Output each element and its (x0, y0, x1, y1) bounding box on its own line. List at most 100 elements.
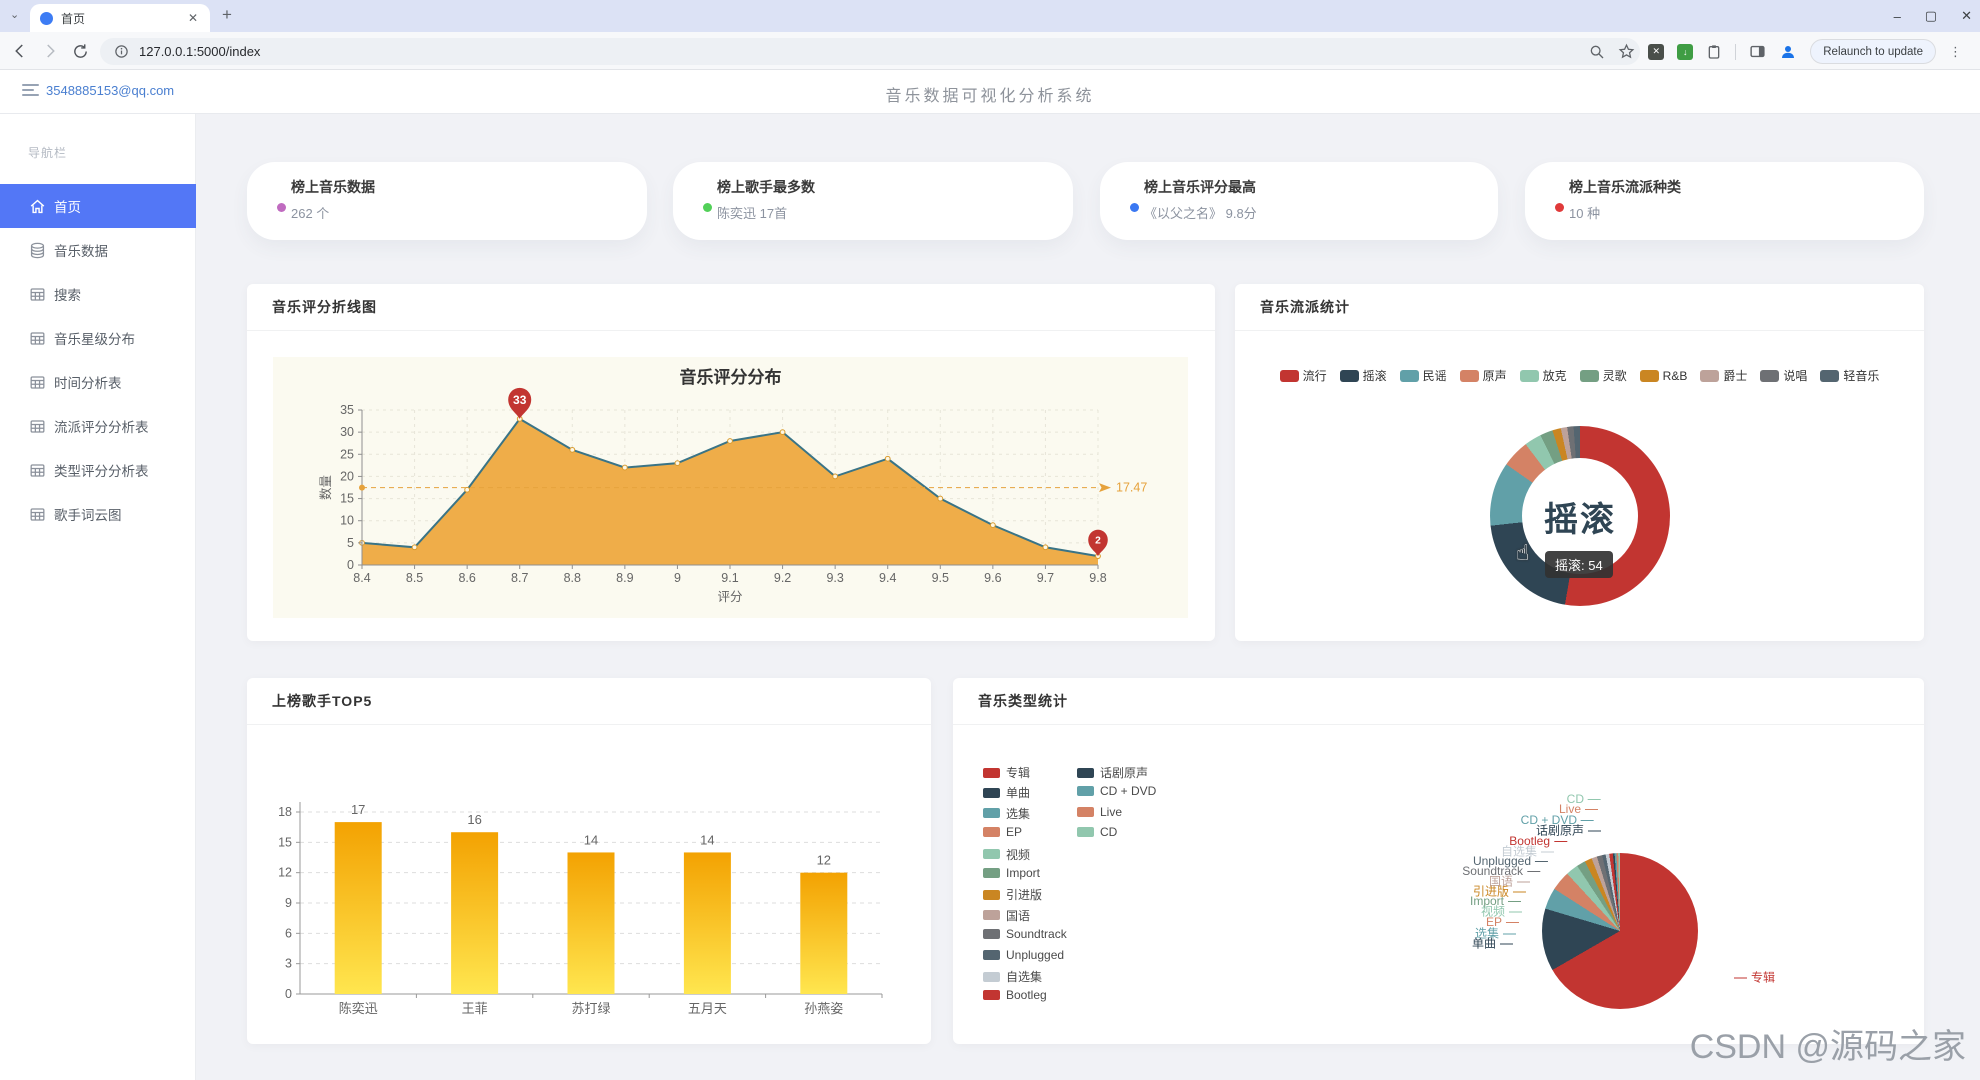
reload-button[interactable] (68, 39, 92, 63)
site-info-icon[interactable] (114, 44, 129, 59)
side-panel-icon[interactable] (1749, 43, 1766, 60)
svg-text:数量: 数量 (318, 475, 333, 500)
type-legend-item[interactable]: 国语 (983, 907, 1030, 924)
app-header: 3548885153@qq.com 音乐数据可视化分析系统 (0, 70, 1980, 114)
sidebar-item-音乐数据[interactable]: 音乐数据 (0, 228, 196, 272)
svg-text:12: 12 (278, 866, 292, 880)
svg-text:评分: 评分 (717, 590, 742, 604)
relaunch-to-update-button[interactable]: Relaunch to update (1810, 39, 1936, 64)
type-legend-item[interactable]: EP (983, 825, 1022, 839)
type-legend-item[interactable]: Bootleg (983, 988, 1047, 1002)
back-button[interactable] (8, 39, 32, 63)
sidebar-item-label: 流派评分分析表 (54, 416, 149, 436)
sidebar-nav: 首页音乐数据搜索音乐星级分布时间分析表流派评分分析表类型评分分析表歌手词云图 (0, 184, 196, 536)
genre-tooltip: 摇滚: 54 (1545, 551, 1613, 578)
legend-swatch (1580, 370, 1599, 382)
svg-text:8.9: 8.9 (616, 571, 633, 585)
type-legend-item[interactable]: 单曲 (983, 784, 1030, 801)
window-restore-button[interactable]: ▢ (1925, 8, 1937, 24)
legend-label: 原声 (1483, 367, 1507, 384)
stat-card: 榜上歌手最多数陈奕迅 17首 (673, 162, 1073, 240)
legend-swatch (1340, 370, 1359, 382)
genre-legend-item[interactable]: 爵士 (1700, 367, 1747, 384)
tab-search-chevron-icon[interactable]: ⌄ (10, 8, 19, 21)
svg-text:9.6: 9.6 (984, 571, 1001, 585)
genre-legend-item[interactable]: 流行 (1280, 367, 1327, 384)
svg-text:17.47: 17.47 (1116, 481, 1147, 495)
address-bar[interactable]: 127.0.0.1:5000/index (100, 38, 1640, 65)
forward-button[interactable] (38, 39, 62, 63)
legend-swatch (1280, 370, 1299, 382)
sidebar-item-label: 音乐数据 (54, 240, 108, 260)
genre-legend-item[interactable]: 说唱 (1760, 367, 1807, 384)
svg-text:2: 2 (1095, 535, 1101, 546)
legend-label: 摇滚 (1363, 367, 1387, 384)
type-legend-item[interactable]: Import (983, 866, 1040, 880)
type-legend-item[interactable]: CD (1077, 825, 1117, 839)
bookmark-star-icon[interactable] (1618, 43, 1635, 60)
browser-menu-icon[interactable]: ⋮ (1949, 44, 1962, 60)
new-tab-button[interactable]: + (222, 5, 232, 25)
genre-legend-item[interactable]: 灵歌 (1580, 367, 1627, 384)
legend-label: CD (1100, 825, 1117, 839)
legend-label: 民谣 (1423, 367, 1447, 384)
stat-card-title: 榜上音乐流派种类 (1569, 177, 1924, 197)
sidebar-item-时间分析表[interactable]: 时间分析表 (0, 360, 196, 404)
svg-text:8.7: 8.7 (511, 571, 528, 585)
extension-x-icon[interactable]: ✕ (1648, 44, 1664, 60)
legend-swatch (1077, 827, 1094, 837)
legend-swatch (983, 768, 1000, 778)
tab-close-icon[interactable]: ✕ (186, 11, 200, 25)
sidebar-item-流派评分分析表[interactable]: 流派评分分析表 (0, 404, 196, 448)
type-legend-item[interactable]: 话剧原声 (1077, 764, 1148, 781)
genre-legend-item[interactable]: 摇滚 (1340, 367, 1387, 384)
type-legend-item[interactable]: Soundtrack (983, 927, 1067, 941)
profile-avatar-icon[interactable] (1779, 43, 1797, 61)
type-legend-item[interactable]: 视频 (983, 846, 1030, 863)
window-minimize-button[interactable]: – (1894, 9, 1901, 24)
stat-card-title: 榜上歌手最多数 (717, 177, 1073, 197)
type-legend-item[interactable]: Unplugged (983, 948, 1064, 962)
genre-legend-item[interactable]: 轻音乐 (1820, 367, 1879, 384)
stat-card: 榜上音乐评分最高《以父之名》 9.8分 (1100, 162, 1498, 240)
legend-swatch (983, 788, 1000, 798)
home-icon (28, 197, 47, 216)
stat-card-value: 262 个 (291, 203, 647, 222)
music-type-panel: 音乐类型统计 专辑单曲选集EP视频Import引进版国语SoundtrackUn… (953, 678, 1924, 1044)
genre-legend-item[interactable]: R&B (1640, 369, 1688, 383)
top-singers-bar-chart[interactable]: 036912151817陈奕迅16王菲14苏打绿14五月天12孙燕姿 (247, 678, 931, 1044)
type-legend-item[interactable]: 引进版 (983, 886, 1042, 903)
legend-label: Live (1100, 805, 1122, 819)
extension-clipboard-icon[interactable] (1706, 44, 1722, 60)
sidebar-item-歌手词云图[interactable]: 歌手词云图 (0, 492, 196, 536)
stat-dot (1555, 203, 1564, 212)
genre-panel-title: 音乐流派统计 (1235, 284, 1924, 331)
type-legend-item[interactable]: 选集 (983, 805, 1030, 822)
zoom-icon[interactable] (1589, 44, 1605, 60)
extension-download-icon[interactable]: ↓ (1677, 44, 1693, 60)
pie-label: 单曲 (1472, 935, 1513, 952)
legend-swatch (1820, 370, 1839, 382)
type-legend-item[interactable]: 自选集 (983, 968, 1042, 985)
legend-swatch (983, 827, 1000, 837)
score-line-chart[interactable]: 音乐评分分布 8.48.58.68.78.88.999.19.29.39.49.… (273, 357, 1188, 618)
sidebar-item-搜索[interactable]: 搜索 (0, 272, 196, 316)
genre-legend-item[interactable]: 民谣 (1400, 367, 1447, 384)
genre-legend-item[interactable]: 放克 (1520, 367, 1567, 384)
svg-text:王菲: 王菲 (462, 1001, 488, 1016)
sidebar-item-类型评分分析表[interactable]: 类型评分分析表 (0, 448, 196, 492)
browser-tab[interactable]: 首页 ✕ (30, 4, 210, 32)
legend-label: 专辑 (1006, 764, 1030, 781)
legend-label: 轻音乐 (1843, 367, 1879, 384)
type-legend-item[interactable]: CD + DVD (1077, 784, 1156, 798)
legend-swatch (983, 929, 1000, 939)
genre-legend-item[interactable]: 原声 (1460, 367, 1507, 384)
window-close-button[interactable]: ✕ (1961, 8, 1972, 24)
music-type-pie-chart[interactable] (1542, 853, 1698, 1009)
sidebar-item-首页[interactable]: 首页 (0, 184, 196, 228)
type-legend-item[interactable]: 专辑 (983, 764, 1030, 781)
svg-text:五月天: 五月天 (688, 1001, 727, 1016)
type-legend-item[interactable]: Live (1077, 805, 1122, 819)
sidebar-item-音乐星级分布[interactable]: 音乐星级分布 (0, 316, 196, 360)
sidebar-item-label: 歌手词云图 (54, 504, 122, 524)
